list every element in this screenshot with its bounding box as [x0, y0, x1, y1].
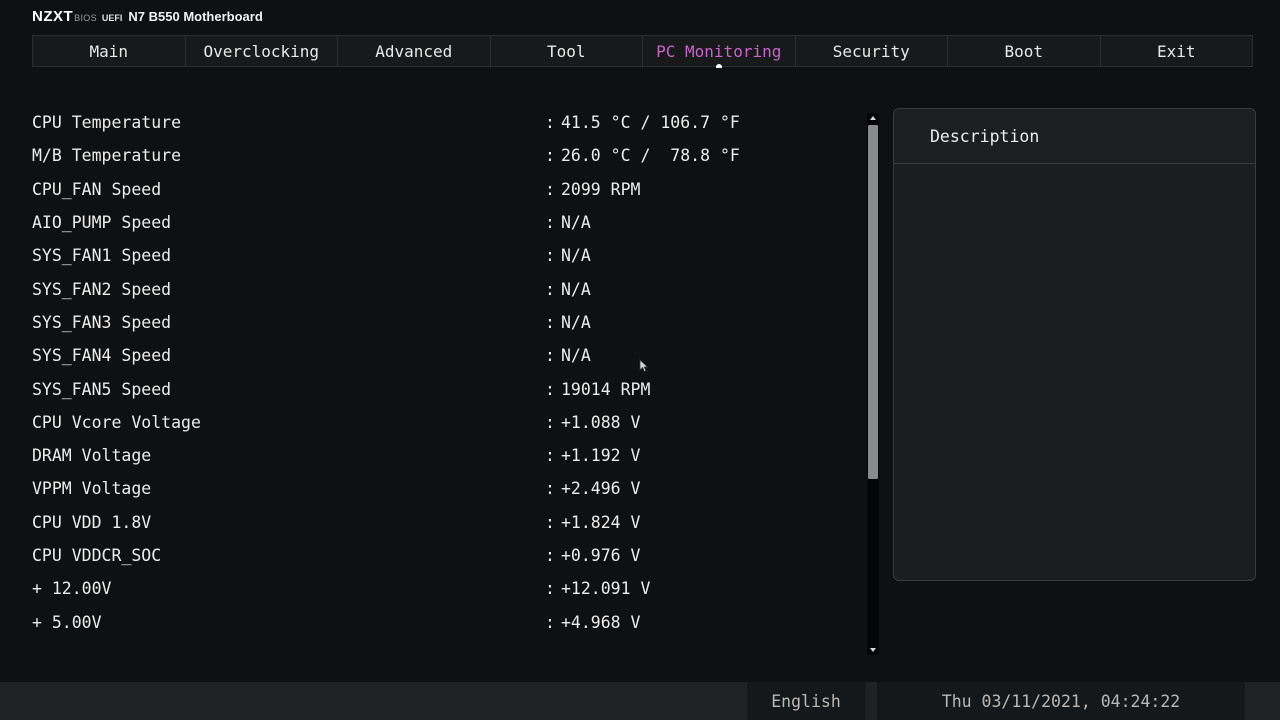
separator-colon: :	[545, 179, 555, 199]
monitor-label: CPU VDDCR_SOC	[32, 546, 162, 565]
tab-boot[interactable]: Boot	[948, 36, 1101, 66]
description-title: Description	[894, 109, 1255, 164]
separator-colon: :	[545, 579, 555, 599]
active-tab-indicator	[715, 64, 722, 68]
monitor-value: 19014 RPM	[561, 379, 651, 399]
date-time-display: Thu 03/11/2021, 04:24:22	[877, 682, 1245, 720]
tab-label: Boot	[1004, 41, 1044, 61]
board-name: N7 B550 Motherboard	[128, 9, 263, 24]
brand-header: NZXT BIOS UEFI N7 B550 Motherboard	[32, 8, 263, 28]
monitor-row[interactable]: CPU Vcore Voltage: +1.088 V	[32, 406, 852, 439]
separator-colon: :	[545, 346, 555, 366]
monitor-label: CPU Temperature	[32, 113, 182, 133]
monitor-row[interactable]: SYS_FAN2 Speed: N/A	[32, 272, 852, 305]
bios-screen: NZXT BIOS UEFI N7 B550 Motherboard Main …	[0, 0, 1280, 720]
monitor-row[interactable]: CPU VDD 1.8V: +1.824 V	[32, 506, 852, 539]
tab-label: Main	[89, 41, 129, 61]
monitor-value: N/A	[561, 246, 591, 266]
monitor-label: CPU VDD 1.8V	[32, 512, 152, 532]
nzxt-logo: NZXT	[32, 8, 74, 25]
tab-label: Tool	[546, 41, 586, 61]
separator-colon: :	[545, 113, 555, 133]
monitor-value: N/A	[561, 346, 591, 366]
tab-exit[interactable]: Exit	[1101, 36, 1253, 66]
monitor-value: 41.5 °C / 106.7 °F	[561, 113, 740, 133]
monitor-value: N/A	[561, 312, 591, 332]
monitor-value: 2099 RPM	[561, 179, 641, 199]
monitor-label: SYS_FAN2 Speed	[32, 279, 172, 299]
monitor-label: + 12.00V	[32, 579, 112, 599]
monitor-row[interactable]: CPU_FAN Speed:2099 RPM	[32, 173, 852, 206]
monitor-value: +1.192 V	[561, 446, 641, 466]
tab-advanced[interactable]: Advanced	[338, 36, 491, 66]
monitoring-list: CPU Temperature:41.5 °C / 106.7 °F M/B Te…	[32, 106, 852, 639]
monitor-row[interactable]: CPU Temperature:41.5 °C / 106.7 °F	[32, 106, 852, 139]
monitor-label: AIO_PUMP Speed	[32, 213, 172, 233]
status-footer: English Thu 03/11/2021, 04:24:22	[0, 682, 1280, 720]
monitor-label: DRAM Voltage	[32, 446, 152, 466]
monitor-value: +12.091 V	[561, 579, 651, 599]
scroll-up-arrow-icon[interactable]	[867, 113, 879, 123]
tab-label: PC Monitoring	[656, 41, 782, 61]
separator-colon: :	[545, 546, 555, 565]
monitor-value: 26.0 °C / 78.8 °F	[561, 146, 740, 166]
bios-label: BIOS	[74, 13, 97, 23]
monitor-row[interactable]: AIO_PUMP Speed: N/A	[32, 206, 852, 239]
monitor-row[interactable]: DRAM Voltage: +1.192 V	[32, 439, 852, 472]
monitor-row[interactable]: SYS_FAN1 Speed: N/A	[32, 239, 852, 272]
language-selector[interactable]: English	[747, 682, 865, 720]
separator-colon: :	[545, 312, 555, 332]
separator-colon: :	[545, 213, 555, 233]
separator-colon: :	[545, 512, 555, 532]
separator-colon: :	[545, 246, 555, 266]
monitor-label: CPU Vcore Voltage	[32, 412, 201, 432]
monitor-label: M/B Temperature	[32, 146, 182, 166]
monitor-row[interactable]: CPU VDDCR_SOC: +0.976 V	[32, 539, 852, 572]
main-nav: Main Overclocking Advanced Tool PC Monit…	[32, 35, 1253, 68]
monitor-row[interactable]: M/B Temperature:26.0 °C / 78.8 °F	[32, 139, 852, 172]
list-scrollbar[interactable]	[867, 113, 879, 655]
monitor-label: + 5.00V	[32, 612, 102, 632]
mouse-cursor-icon	[639, 359, 649, 373]
tab-main[interactable]: Main	[33, 36, 186, 66]
uefi-label: UEFI	[101, 13, 123, 23]
monitor-label: SYS_FAN1 Speed	[32, 246, 172, 266]
separator-colon: :	[545, 612, 555, 632]
monitor-label: VPPM Voltage	[32, 479, 152, 499]
monitor-value: +0.976 V	[561, 546, 641, 565]
monitor-value: +1.088 V	[561, 412, 641, 432]
separator-colon: :	[545, 279, 555, 299]
monitor-value: +4.968 V	[561, 612, 641, 632]
monitor-label: SYS_FAN3 Speed	[32, 312, 172, 332]
monitor-value: +2.496 V	[561, 479, 641, 499]
scroll-thumb[interactable]	[868, 125, 878, 479]
tab-security[interactable]: Security	[796, 36, 948, 66]
monitor-row[interactable]: + 12.00V: +12.091 V	[32, 572, 852, 605]
tab-label: Overclocking	[203, 41, 320, 61]
separator-colon: :	[545, 146, 555, 166]
tab-label: Advanced	[375, 41, 453, 61]
separator-colon: :	[545, 379, 555, 399]
monitor-value: N/A	[561, 279, 591, 299]
monitor-value: N/A	[561, 213, 591, 233]
tab-overclocking[interactable]: Overclocking	[186, 36, 338, 66]
monitor-label: SYS_FAN4 Speed	[32, 346, 172, 366]
tab-pc-monitoring[interactable]: PC Monitoring	[643, 36, 796, 68]
description-panel: Description	[893, 108, 1256, 581]
monitor-label: CPU_FAN Speed	[32, 179, 162, 199]
separator-colon: :	[545, 412, 555, 432]
monitor-label: SYS_FAN5 Speed	[32, 379, 172, 399]
tab-label: Exit	[1156, 41, 1196, 61]
separator-colon: :	[545, 446, 555, 466]
tab-tool[interactable]: Tool	[491, 36, 643, 66]
monitor-value: +1.824 V	[561, 512, 641, 532]
tab-label: Security	[832, 41, 910, 61]
monitor-row[interactable]: SYS_FAN4 Speed: N/A	[32, 339, 852, 372]
monitor-row[interactable]: VPPM Voltage: +2.496 V	[32, 472, 852, 505]
monitor-row[interactable]: SYS_FAN3 Speed: N/A	[32, 306, 852, 339]
monitor-row[interactable]: SYS_FAN5 Speed:19014 RPM	[32, 372, 852, 405]
monitor-row[interactable]: + 5.00V: +4.968 V	[32, 605, 852, 638]
scroll-down-arrow-icon[interactable]	[867, 645, 879, 655]
separator-colon: :	[545, 479, 555, 499]
